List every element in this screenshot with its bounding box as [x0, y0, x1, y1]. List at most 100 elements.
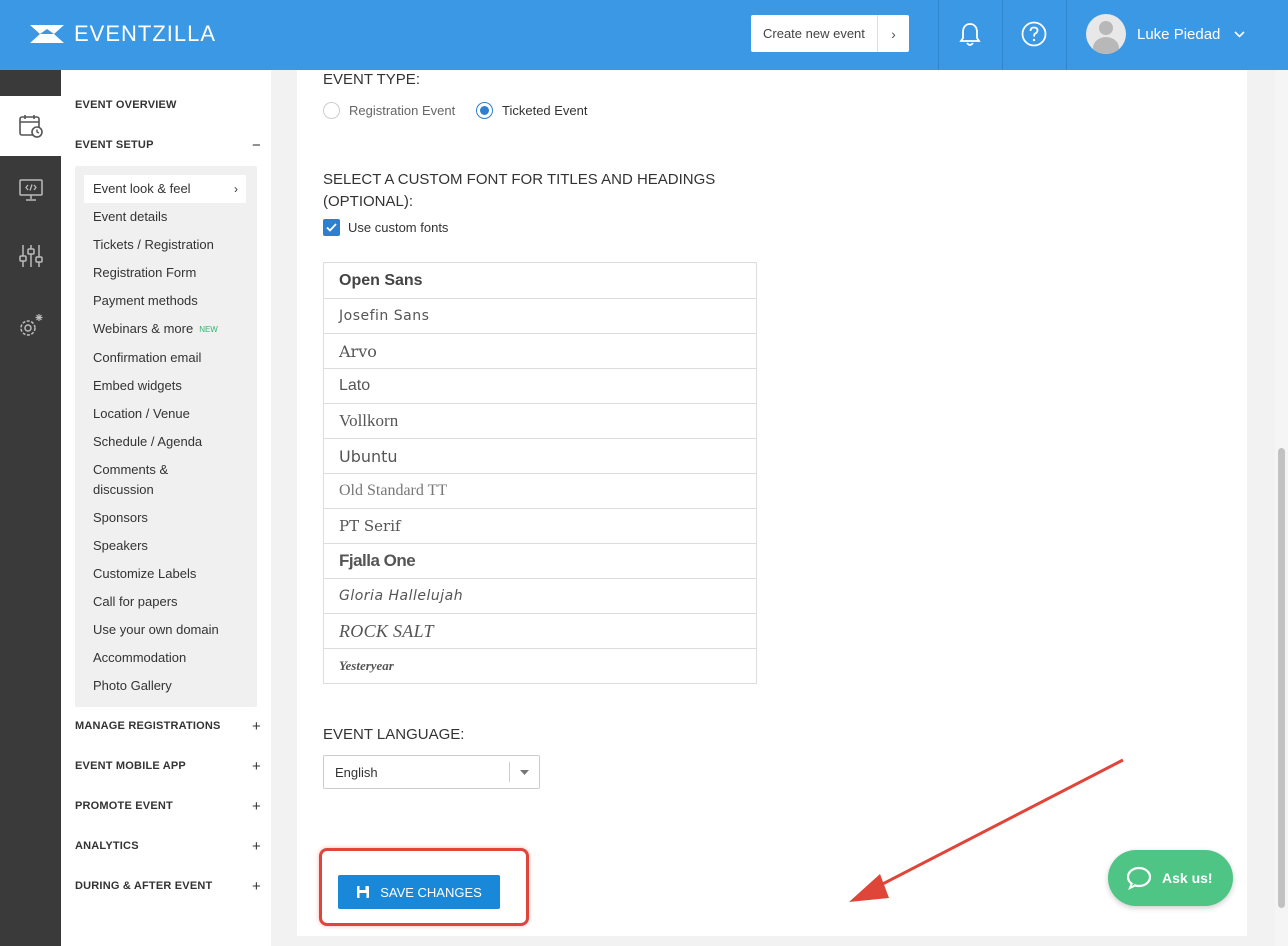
- section-manage-registrations[interactable]: MANAGE REGISTRATIONS +: [75, 716, 261, 736]
- font-section-label-2: (OPTIONAL):: [323, 193, 414, 210]
- expand-icon[interactable]: +: [252, 758, 261, 775]
- section-label: PROMOTE EVENT: [75, 800, 173, 812]
- language-select[interactable]: English: [323, 755, 540, 789]
- font-option-josefin-sans[interactable]: Josefin Sans: [324, 298, 756, 333]
- annotation-arrow: [849, 758, 1124, 902]
- sidebar-item-comments-line2[interactable]: discussion: [93, 480, 154, 500]
- save-changes-label: SAVE CHANGES: [380, 884, 482, 900]
- sidebar-item-tickets-registration[interactable]: Tickets / Registration: [93, 235, 214, 255]
- section-analytics[interactable]: ANALYTICS +: [75, 836, 261, 856]
- section-during-after-event[interactable]: DURING & AFTER EVENT +: [75, 876, 261, 896]
- section-event-mobile-app[interactable]: EVENT MOBILE APP +: [75, 756, 261, 776]
- create-new-event-button[interactable]: Create new event ›: [751, 15, 909, 52]
- monitor-code-icon: [18, 179, 43, 201]
- gear-sparkle-icon: [19, 314, 42, 336]
- section-promote-event[interactable]: PROMOTE EVENT +: [75, 796, 261, 816]
- header-divider: [938, 0, 939, 70]
- sidebar-item-embed-widgets[interactable]: Embed widgets: [93, 376, 182, 396]
- use-custom-fonts-checkbox[interactable]: Use custom fonts: [323, 219, 448, 236]
- page-scrollbar[interactable]: [1275, 70, 1288, 946]
- sidebar-item-label: Webinars & more: [93, 321, 194, 336]
- font-option-rock-salt[interactable]: Rock Salt: [324, 613, 756, 648]
- radio-registration-event[interactable]: Registration Event: [323, 102, 455, 119]
- sidebar-item-photo-gallery[interactable]: Photo Gallery: [93, 676, 172, 696]
- sidebar-item-own-domain[interactable]: Use your own domain: [93, 620, 219, 640]
- expand-icon[interactable]: +: [252, 718, 261, 735]
- radio-ticketed-event[interactable]: Ticketed Event: [476, 102, 588, 119]
- sidebar-item-sponsors[interactable]: Sponsors: [93, 508, 148, 528]
- sidebar-item-schedule-agenda[interactable]: Schedule / Agenda: [93, 432, 202, 452]
- font-section-label: SELECT A CUSTOM FONT FOR TITLES AND HEAD…: [323, 171, 716, 188]
- checkbox-checked[interactable]: [323, 219, 340, 236]
- sidebar-item-event-look-feel[interactable]: Event look & feel ›: [84, 175, 246, 203]
- ask-us-chat-button[interactable]: Ask us!: [1108, 850, 1233, 906]
- font-option-open-sans[interactable]: Open Sans: [324, 263, 756, 298]
- eventzilla-logo[interactable]: EVENTZILLA: [30, 20, 216, 48]
- sidebar-item-label: Event look & feel: [93, 181, 191, 196]
- event-setup-submenu: Event look & feel › Event details Ticket…: [75, 166, 257, 707]
- sidebar-item-call-for-papers[interactable]: Call for papers: [93, 592, 178, 612]
- collapse-icon[interactable]: −: [252, 137, 261, 154]
- help-icon[interactable]: [1019, 19, 1049, 49]
- sidebar-item-registration-form[interactable]: Registration Form: [93, 263, 196, 283]
- font-option-pt-serif[interactable]: PT Serif: [324, 508, 756, 543]
- section-event-overview[interactable]: EVENT OVERVIEW: [75, 95, 261, 115]
- chevron-right-icon: ›: [234, 182, 238, 196]
- bell-icon[interactable]: [955, 19, 985, 49]
- font-option-vollkorn[interactable]: Vollkorn: [324, 403, 756, 438]
- sidebar-item-comments[interactable]: Comments &: [93, 460, 168, 480]
- font-option-old-standard-tt[interactable]: Old Standard TT: [324, 473, 756, 508]
- chat-bubble-icon: [1126, 866, 1152, 890]
- sidebar-item-event-details[interactable]: Event details: [93, 207, 167, 227]
- rail-events[interactable]: [0, 96, 61, 156]
- section-event-setup[interactable]: EVENT SETUP −: [75, 135, 261, 155]
- sidebar-item-location-venue[interactable]: Location / Venue: [93, 404, 190, 424]
- avatar: [1086, 14, 1126, 54]
- sidebar-item-accommodation[interactable]: Accommodation: [93, 648, 186, 668]
- sliders-icon: [18, 245, 43, 267]
- section-label: EVENT SETUP: [75, 139, 154, 151]
- user-menu[interactable]: Luke Piedad: [1086, 13, 1245, 55]
- language-select-value: English: [335, 764, 378, 780]
- radio-label: Ticketed Event: [502, 103, 588, 118]
- radio-button[interactable]: [323, 102, 340, 119]
- create-new-event-label: Create new event: [763, 26, 865, 41]
- event-language-label: EVENT LANGUAGE:: [323, 726, 465, 743]
- logo-icon: [30, 25, 64, 43]
- rail-account-settings[interactable]: [0, 296, 61, 356]
- rail-website[interactable]: [0, 160, 61, 220]
- sidebar-item-payment-methods[interactable]: Payment methods: [93, 291, 198, 311]
- expand-icon[interactable]: +: [252, 838, 261, 855]
- sidebar-item-confirmation-email[interactable]: Confirmation email: [93, 348, 201, 368]
- chevron-down-icon: [1234, 27, 1245, 41]
- expand-icon[interactable]: +: [252, 878, 261, 895]
- section-label: EVENT MOBILE APP: [75, 760, 186, 772]
- font-option-ubuntu[interactable]: Ubuntu: [324, 438, 756, 473]
- scrollbar-thumb[interactable]: [1278, 448, 1285, 908]
- header-divider: [1066, 0, 1067, 70]
- sidebar-item-customize-labels[interactable]: Customize Labels: [93, 564, 196, 584]
- section-label: ANALYTICS: [75, 840, 139, 852]
- section-label: MANAGE REGISTRATIONS: [75, 720, 221, 732]
- expand-icon[interactable]: +: [252, 798, 261, 815]
- font-option-arvo[interactable]: Arvo: [324, 333, 756, 368]
- header-divider: [1002, 0, 1003, 70]
- section-label: DURING & AFTER EVENT: [75, 880, 213, 892]
- font-option-lato[interactable]: Lato: [324, 368, 756, 403]
- sidebar-item-webinars[interactable]: Webinars & more NEW: [93, 319, 218, 340]
- radio-button-selected[interactable]: [476, 102, 493, 119]
- section-label: EVENT OVERVIEW: [75, 99, 177, 111]
- sidebar-nav: EVENT OVERVIEW EVENT SETUP − Event look …: [61, 70, 271, 946]
- save-changes-button[interactable]: SAVE CHANGES: [338, 875, 500, 909]
- sidebar-item-speakers[interactable]: Speakers: [93, 536, 148, 556]
- font-option-yesteryear[interactable]: Yesteryear: [324, 648, 756, 683]
- event-type-label: EVENT TYPE:: [323, 71, 420, 88]
- chevron-right-icon: ›: [877, 15, 909, 52]
- new-badge: NEW: [199, 324, 218, 334]
- icon-rail: [0, 70, 61, 946]
- rail-settings-sliders[interactable]: [0, 226, 61, 286]
- ask-us-label: Ask us!: [1162, 870, 1213, 886]
- calendar-icon: [18, 115, 43, 138]
- font-option-gloria-hallelujah[interactable]: Gloria Hallelujah: [324, 578, 756, 613]
- font-option-fjalla-one[interactable]: Fjalla One: [324, 543, 756, 578]
